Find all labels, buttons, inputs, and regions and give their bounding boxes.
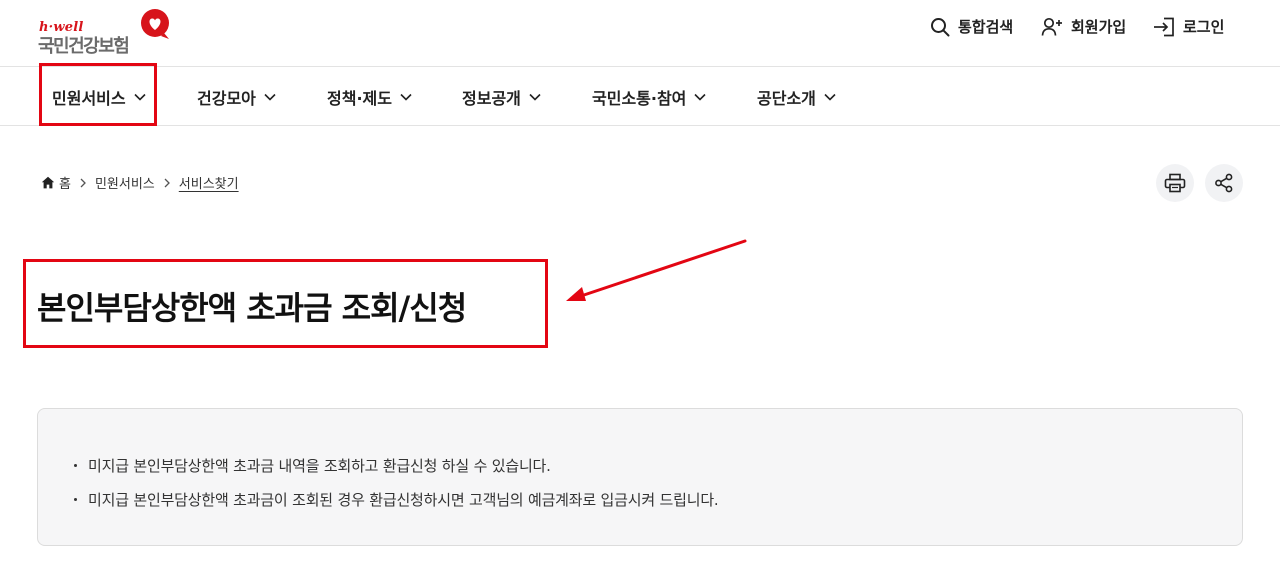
red-arrow-annotation — [566, 239, 747, 301]
chevron-down-icon — [529, 93, 541, 101]
chevron-right-icon — [164, 178, 170, 187]
join-label: 회원가입 — [1071, 18, 1127, 36]
login-icon — [1154, 17, 1174, 36]
info-list: 미지급 본인부담상한액 초과금 내역을 조회하고 환급신청 하실 수 있습니다.… — [74, 449, 719, 517]
share-icon — [1215, 173, 1233, 193]
nav-item-label: 민원서비스 — [52, 89, 126, 108]
site-logo[interactable]: h·well 국민건강보험 — [38, 8, 178, 57]
breadcrumb-current[interactable]: 서비스찾기 — [179, 173, 239, 192]
info-item: 미지급 본인부담상한액 초과금이 조회된 경우 환급신청하시면 고객님의 예금계… — [74, 483, 719, 517]
nav-item-civil-service[interactable]: 민원서비스 — [52, 85, 146, 109]
chevron-down-icon — [134, 93, 146, 101]
nav-item-label: 정보공개 — [462, 89, 521, 108]
chevron-down-icon — [400, 93, 412, 101]
breadcrumb-home[interactable]: 홈 — [59, 173, 71, 192]
home-icon — [41, 176, 55, 189]
breadcrumb-civil-service[interactable]: 민원서비스 — [95, 173, 155, 192]
chevron-down-icon — [824, 93, 836, 101]
share-button[interactable] — [1205, 164, 1243, 202]
search-label: 통합검색 — [958, 18, 1014, 36]
nav-item-label: 건강모아 — [197, 89, 256, 108]
print-icon — [1164, 173, 1186, 193]
search-icon — [931, 17, 950, 36]
nav-item-label: 국민소통·참여 — [592, 89, 687, 108]
main-navigation: 민원서비스 건강모아 정책·제도 정보공개 국민소통·참여 공단소개 — [0, 66, 1280, 126]
breadcrumb: 홈 민원서비스 서비스찾기 — [41, 173, 239, 192]
logo-name: 국민건강보험 — [38, 36, 130, 57]
nav-item-disclosure[interactable]: 정보공개 — [462, 85, 541, 109]
heart-logo-icon — [141, 9, 169, 39]
chevron-down-icon — [694, 93, 706, 101]
nav-item-label: 공단소개 — [757, 89, 816, 108]
nav-item-about[interactable]: 공단소개 — [757, 85, 836, 109]
print-button[interactable] — [1156, 164, 1194, 202]
info-box: 미지급 본인부담상한액 초과금 내역을 조회하고 환급신청 하실 수 있습니다.… — [37, 408, 1243, 546]
login-button[interactable]: 로그인 — [1153, 16, 1224, 37]
page-title: 본인부담상한액 초과금 조회/신청 — [37, 289, 467, 327]
search-button[interactable]: 통합검색 — [930, 16, 1013, 37]
info-item: 미지급 본인부담상한액 초과금 내역을 조회하고 환급신청 하실 수 있습니다. — [74, 449, 719, 483]
login-label: 로그인 — [1183, 18, 1225, 36]
user-add-icon — [1041, 17, 1062, 36]
chevron-right-icon — [80, 178, 86, 187]
nav-item-communication[interactable]: 국민소통·참여 — [592, 85, 706, 109]
nav-item-health[interactable]: 건강모아 — [197, 85, 276, 109]
nav-item-label: 정책·제도 — [327, 89, 392, 108]
join-button[interactable]: 회원가입 — [1041, 16, 1126, 37]
site-header: h·well 국민건강보험 통합검색 회원가입 로그인 — [0, 0, 1280, 67]
chevron-down-icon — [264, 93, 276, 101]
nav-item-policy[interactable]: 정책·제도 — [327, 85, 412, 109]
